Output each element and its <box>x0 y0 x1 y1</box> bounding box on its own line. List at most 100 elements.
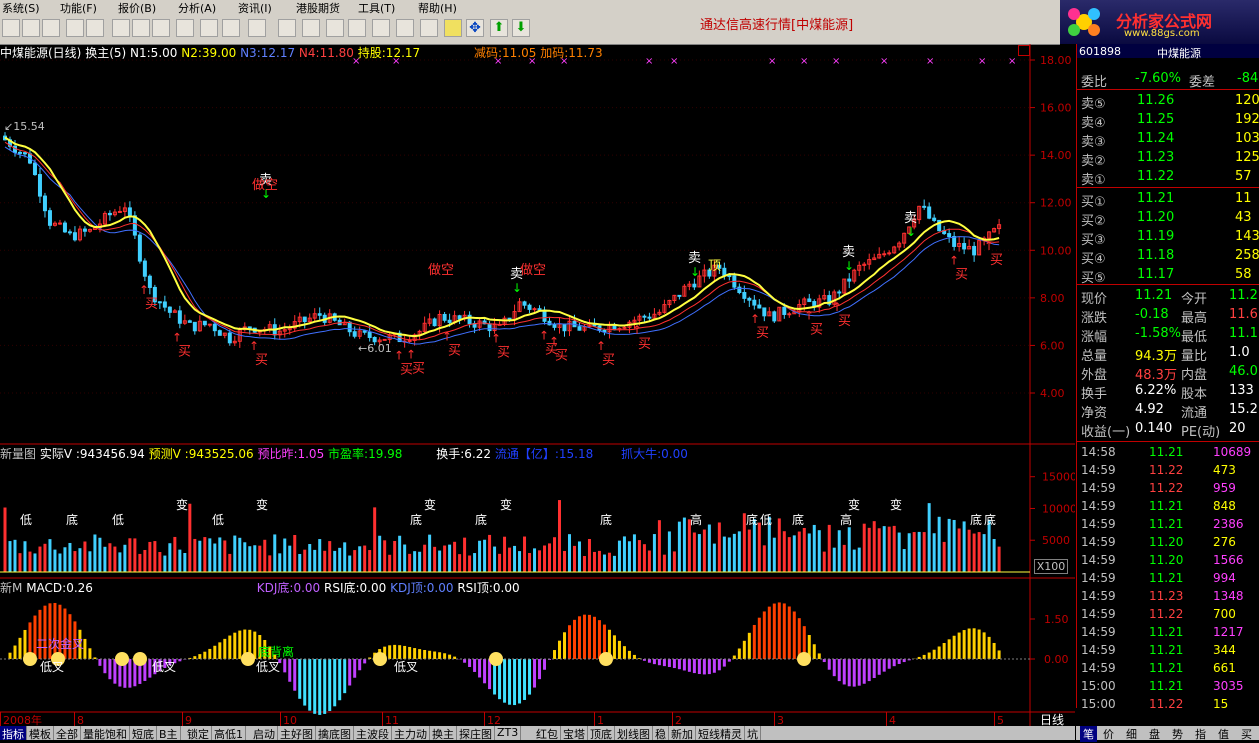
tab-formula[interactable]: 划线图 <box>615 726 653 741</box>
candle-body <box>107 212 112 216</box>
volume-bar <box>353 550 357 572</box>
candle-body <box>67 231 72 234</box>
toolbar-icon-2[interactable] <box>22 19 40 37</box>
volume-bar <box>18 553 22 572</box>
toolbar-icon-4[interactable] <box>66 19 84 37</box>
candle-body <box>647 316 652 319</box>
volume-bar <box>982 534 986 572</box>
tab-formula[interactable]: 探庄图 <box>457 726 495 741</box>
toolbar-icon-19[interactable] <box>420 19 438 37</box>
bid-row: 买③ 11.19 143 <box>1081 229 1259 248</box>
tab-formula[interactable]: 红包 <box>534 726 561 741</box>
toolbar-icon-1[interactable] <box>2 19 20 37</box>
tab-formula[interactable]: 高低1 <box>212 726 246 741</box>
tab-formula[interactable]: 新加 <box>669 726 696 741</box>
toolbar-icon-3[interactable] <box>42 19 60 37</box>
volume-bar <box>483 539 487 572</box>
toolbar-icon-16[interactable] <box>348 19 366 37</box>
volume-bar <box>897 532 901 572</box>
tab-formula[interactable]: 主波段 <box>354 726 392 741</box>
tab-formula[interactable]: 启动 <box>251 726 278 741</box>
tick-row: 14:59 11.22 473 <box>1081 463 1236 477</box>
arrow-up-icon[interactable]: ⬆ <box>490 19 508 37</box>
buy-arrow-icon: ↑ <box>491 331 501 345</box>
tab-formula[interactable]: 宝塔 <box>561 726 588 741</box>
vol-float: 流通【亿】:15.18 <box>494 447 594 461</box>
candle-body <box>522 301 527 306</box>
tab-formula[interactable]: 主好图 <box>278 726 316 741</box>
pencil-icon[interactable] <box>444 19 462 37</box>
stock-code: 601898 <box>1079 45 1121 58</box>
volume-bar <box>153 541 157 572</box>
toolbar-icon-15[interactable] <box>326 19 344 37</box>
volume-bar <box>138 553 142 572</box>
buy-label: 买 <box>955 267 968 282</box>
kline-chart[interactable]: 18.00 16.00 14.00 12.00 10.00 8.00 6.00 4.00 150… <box>0 44 1077 740</box>
volume-bar <box>468 555 472 572</box>
vol-axis-label: 15000 <box>1042 471 1075 484</box>
volume-bar <box>882 526 886 572</box>
tab-formula[interactable]: 稳 <box>653 726 669 741</box>
volume-bar <box>572 545 576 572</box>
toolbar-icon-7[interactable] <box>132 19 150 37</box>
toolbar-icon-14[interactable] <box>302 19 320 37</box>
toolbar-icon-12[interactable] <box>248 19 266 37</box>
candle-body <box>202 320 207 326</box>
tab-formula[interactable]: 全部 <box>54 726 81 741</box>
toolbar-icon-10[interactable] <box>200 19 218 37</box>
short-label: 做空 <box>428 263 454 278</box>
smiley-icon <box>599 652 613 666</box>
volume-bar <box>582 556 586 572</box>
candle-body <box>757 304 762 309</box>
tab-formula[interactable]: 模板 <box>27 726 54 741</box>
volume-bar <box>912 532 916 572</box>
volume-bar <box>203 537 207 572</box>
tab-formula[interactable]: 锁定 <box>185 726 212 741</box>
tab-formula[interactable]: 量能饱和 <box>81 726 130 741</box>
volume-bar <box>533 548 537 572</box>
volume-bar <box>43 543 47 572</box>
vol-actual: 实际V :943456.94 <box>39 447 145 461</box>
maximize-icon[interactable] <box>1018 45 1030 56</box>
macd-title: 新M <box>0 581 23 595</box>
move-icon[interactable]: ✥ <box>466 19 484 37</box>
arrow-down-icon[interactable]: ⬇ <box>512 19 530 37</box>
candle-body <box>212 323 217 332</box>
volume-bar <box>917 531 921 572</box>
toolbar-icon-13[interactable] <box>278 19 296 37</box>
toolbar-icon-9[interactable] <box>176 19 194 37</box>
toolbar-icon-6[interactable] <box>112 19 130 37</box>
volume-bar <box>343 542 347 572</box>
volume-bar <box>543 545 547 572</box>
volume-bar <box>518 551 522 572</box>
tab-formula[interactable]: 短线精灵 <box>696 726 745 741</box>
volume-bar <box>63 547 67 572</box>
candle-body <box>487 323 492 332</box>
tab-formula[interactable]: 指标 <box>0 726 27 741</box>
toolbar-icon-8[interactable] <box>152 19 170 37</box>
tab-formula[interactable]: 主力动 <box>392 726 430 741</box>
rsi-bottom: RSI底:0.00 <box>324 581 387 595</box>
tab-formula[interactable]: 换主 <box>430 726 457 741</box>
tab-formula[interactable]: B主 <box>157 726 181 741</box>
toolbar-icon-17[interactable] <box>372 19 390 37</box>
tick-row: 14:59 11.21 994 <box>1081 571 1236 585</box>
candle-body <box>187 320 192 323</box>
tab-formula[interactable]: 擒底图 <box>316 726 354 741</box>
volume-bar <box>647 550 651 572</box>
toolbar-icon-11[interactable] <box>222 19 240 37</box>
tab-formula[interactable]: ZT3 <box>495 726 522 740</box>
tab-formula[interactable]: 坑 <box>745 726 761 741</box>
volume-bar <box>657 520 661 572</box>
volume-bar <box>762 545 766 572</box>
tab-formula[interactable]: 顶底 <box>588 726 615 741</box>
volume-bar <box>548 543 552 572</box>
chart-area[interactable]: 18.00 16.00 14.00 12.00 10.00 8.00 6.00 4.00 150… <box>0 44 1077 740</box>
volume-bar <box>567 534 571 572</box>
toolbar-icon-5[interactable] <box>86 19 104 37</box>
tick-row: 15:00 11.22 15 <box>1081 697 1229 711</box>
toolbar-icon-18[interactable] <box>396 19 414 37</box>
tab-formula[interactable]: 短底 <box>130 726 157 741</box>
smiley-icon <box>797 652 811 666</box>
volume-bar <box>118 552 122 572</box>
